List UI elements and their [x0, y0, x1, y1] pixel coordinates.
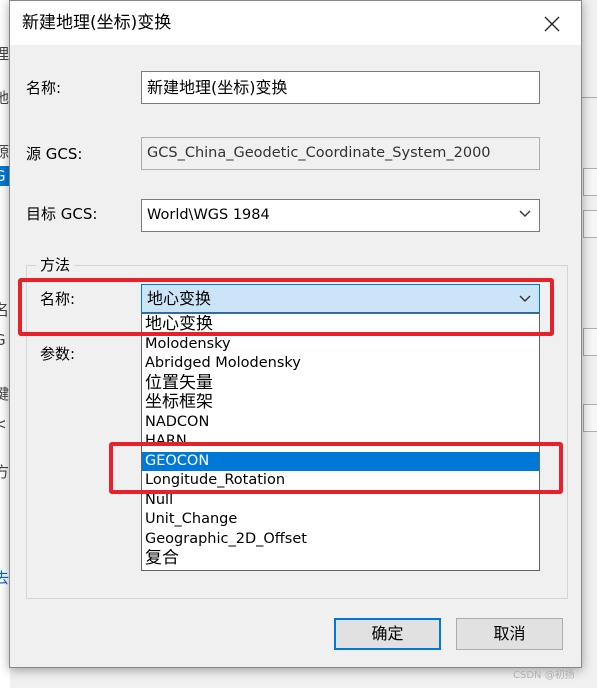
dropdown-option[interactable]: 位置矢量: [142, 374, 539, 394]
background-control: [583, 210, 597, 238]
dropdown-option[interactable]: 坐标框架: [142, 393, 539, 413]
source-gcs-field: GCS_China_Geodetic_Coordinate_System_200…: [141, 137, 540, 170]
dropdown-option[interactable]: NADCON: [142, 413, 539, 433]
background-control: [583, 168, 597, 196]
close-button[interactable]: [530, 7, 574, 41]
watermark: CSDN @初扬: [513, 670, 575, 681]
target-gcs-label: 目标 GCS:: [26, 205, 98, 223]
ok-button[interactable]: 确定: [334, 618, 441, 650]
dropdown-option[interactable]: Abridged Molodensky: [142, 354, 539, 374]
method-group-title: 方法: [36, 255, 75, 275]
background-divider: [580, 97, 597, 98]
background-control: [583, 404, 597, 432]
method-combo-value: 地心变换: [147, 289, 212, 308]
background-control: [583, 328, 597, 356]
method-dropdown-list: 地心变换 Molodensky Abridged Molodensky 位置矢量…: [141, 313, 540, 571]
source-gcs-label: 源 GCS:: [26, 145, 83, 163]
cancel-button[interactable]: 取消: [456, 618, 563, 650]
dropdown-option-selected[interactable]: GEOCON: [142, 451, 539, 471]
dropdown-option[interactable]: Molodensky: [142, 335, 539, 355]
close-icon: [544, 16, 560, 32]
chevron-down-icon: [519, 295, 531, 305]
params-label: 参数:: [40, 345, 76, 363]
dropdown-option[interactable]: 地心变换: [142, 315, 539, 335]
title-bar: 新建地理(坐标)变换: [10, 1, 581, 45]
new-geographic-transformation-dialog: 新建地理(坐标)变换 名称: 新建地理(坐标)变换 源 GCS: GCS_Chi…: [9, 0, 582, 668]
target-gcs-combo[interactable]: World\WGS 1984: [141, 199, 540, 232]
dropdown-option[interactable]: Unit_Change: [142, 510, 539, 530]
dropdown-option[interactable]: Longitude_Rotation: [142, 471, 539, 491]
name-input[interactable]: 新建地理(坐标)变换: [141, 71, 540, 104]
method-combo[interactable]: 地心变换: [141, 284, 540, 313]
dropdown-option[interactable]: Geographic_2D_Offset: [142, 530, 539, 550]
dropdown-option[interactable]: Null: [142, 491, 539, 511]
dialog-title: 新建地理(坐标)变换: [22, 13, 172, 33]
target-gcs-value: World\WGS 1984: [147, 207, 270, 223]
name-label: 名称:: [26, 79, 62, 97]
chevron-down-icon: [519, 210, 531, 220]
method-name-label: 名称:: [40, 290, 76, 308]
background-window-right: [582, 38, 597, 678]
dropdown-option[interactable]: 复合: [142, 549, 539, 569]
dropdown-option[interactable]: HARN: [142, 432, 539, 452]
